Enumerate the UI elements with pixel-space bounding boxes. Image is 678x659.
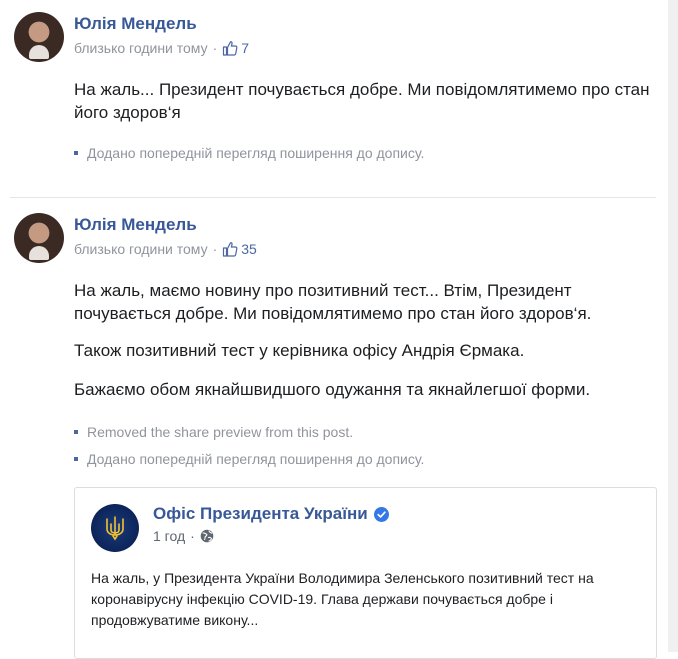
author-name[interactable]: Юлія Мендель — [74, 14, 197, 34]
post-paragraph: На жаль... Президент почувається добре. … — [74, 80, 650, 122]
shared-post-text: На жаль, у Президента України Володимира… — [91, 570, 594, 628]
page-name[interactable]: Офіс Президента України — [153, 504, 389, 524]
trident-icon — [106, 516, 124, 541]
post-meta: близько години тому · 35 — [74, 241, 257, 257]
like-count[interactable]: 7 — [241, 40, 249, 56]
post-paragraph: Бажаємо обом якнайшвидшого одужання та я… — [74, 380, 591, 399]
post-paragraph: Також позитивний тест у керівника офісу … — [74, 341, 525, 360]
page-avatar[interactable] — [91, 504, 139, 552]
feed: Юлія Мендель близько години тому · 7 На … — [0, 0, 668, 659]
timestamp[interactable]: близько години тому — [74, 241, 208, 257]
bullet-icon — [74, 430, 78, 434]
timestamp[interactable]: близько години тому — [74, 40, 208, 56]
separator-dot: · — [212, 40, 218, 56]
edit-log-text: Removed the share preview from this post… — [87, 424, 354, 440]
page-name-text[interactable]: Офіс Президента України — [153, 504, 368, 524]
thumbs-up-icon[interactable] — [222, 40, 238, 56]
avatar[interactable] — [14, 213, 64, 263]
post-paragraph: На жаль, маємо новину про позитивний тес… — [74, 281, 592, 323]
thumbs-up-icon[interactable] — [222, 241, 238, 257]
separator-dot: · — [190, 528, 195, 544]
edit-log-text: Додано попередній перегляд поширення до … — [87, 145, 425, 161]
bullet-icon — [74, 151, 78, 155]
scrollbar[interactable] — [668, 0, 678, 652]
edit-log-item: Removed the share preview from this post… — [74, 424, 353, 440]
bullet-icon — [74, 457, 78, 461]
separator-dot: · — [212, 241, 218, 257]
like-count[interactable]: 35 — [241, 241, 257, 257]
post-meta: близько години тому · 7 — [74, 40, 249, 56]
post-text: На жаль, маємо новину про позитивний тес… — [74, 279, 664, 415]
shared-timestamp[interactable]: 1 год — [153, 528, 185, 544]
globe-icon — [200, 529, 214, 543]
verified-badge-icon — [373, 506, 389, 522]
avatar[interactable] — [14, 12, 64, 62]
shared-post-card[interactable]: Офіс Президента України 1 год · На жаль,… — [74, 487, 657, 659]
edit-log-item: Додано попередній перегляд поширення до … — [74, 451, 424, 467]
divider — [10, 197, 656, 198]
shared-post-meta: 1 год · — [153, 528, 214, 544]
post-text: На жаль... Президент почувається добре. … — [74, 78, 664, 138]
post: Юлія Мендель близько години тому · 7 На … — [14, 12, 654, 182]
edit-log-item: Додано попередній перегляд поширення до … — [74, 145, 424, 161]
edit-log-text: Додано попередній перегляд поширення до … — [87, 451, 425, 467]
author-name[interactable]: Юлія Мендель — [74, 215, 197, 235]
